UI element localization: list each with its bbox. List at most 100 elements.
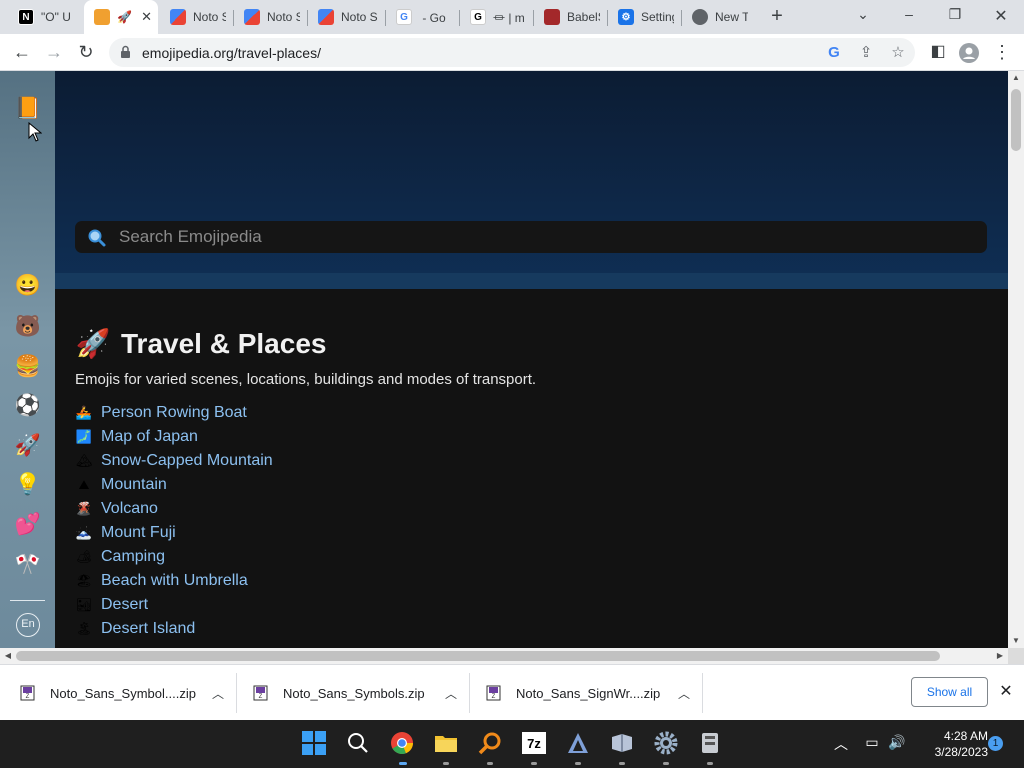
reload-button[interactable]: ↻ [74, 41, 98, 65]
sidebar-divider [10, 600, 45, 601]
close-tab-icon[interactable]: ✕ [141, 9, 152, 25]
close-window-button[interactable]: ✕ [989, 6, 1013, 26]
tab-babelstone[interactable]: BabelS [534, 0, 606, 34]
app-archive-icon[interactable] [697, 730, 723, 756]
forward-button[interactable]: → [42, 41, 66, 65]
settings-taskbar-icon[interactable] [653, 730, 679, 756]
list-item: ⛰ Mountain [75, 473, 975, 497]
tab-new-tab[interactable]: New T [682, 0, 754, 34]
notification-badge[interactable]: 1 [988, 736, 1003, 751]
restore-button[interactable]: ❐ [943, 6, 967, 26]
animals-category-icon[interactable]: 🐻 [14, 313, 42, 341]
horizontal-scroll-thumb[interactable] [16, 651, 940, 661]
mount-fuji-icon: 🗻 [75, 525, 93, 540]
7zip-icon[interactable]: 7z [521, 730, 547, 756]
chevron-up-icon[interactable]: ︿ [445, 685, 457, 702]
tab-noto-sans-1[interactable]: Noto S [160, 0, 232, 34]
volume-icon[interactable]: 🔊 [887, 734, 907, 751]
activities-category-icon[interactable]: ⚽ [14, 392, 42, 420]
tab-g[interactable]: G ⏛ | m [460, 0, 532, 34]
emoji-link[interactable]: Beach with Umbrella [101, 572, 248, 590]
food-category-icon[interactable]: 🍔 [14, 353, 42, 381]
new-tab-button[interactable]: + [766, 6, 788, 28]
objects-category-icon[interactable]: 💡 [14, 471, 42, 499]
emoji-link[interactable]: Person Rowing Boat [101, 404, 247, 422]
download-item[interactable]: Z Noto_Sans_Symbol....zip ︿ [20, 665, 224, 721]
emoji-link[interactable]: Map of Japan [101, 428, 198, 446]
chevron-up-icon[interactable]: ︿ [212, 685, 224, 702]
tab-emojipedia[interactable]: 🚀 ✕ [84, 0, 158, 34]
bookmark-star-icon[interactable]: ☆ [889, 44, 907, 62]
list-item: 🗻 Mount Fuji [75, 521, 975, 545]
google-fonts-icon [318, 9, 334, 25]
tab-title: "O" U [41, 10, 71, 24]
profile-avatar-icon[interactable] [957, 41, 981, 65]
symbols-category-icon[interactable]: 💕 [14, 511, 42, 539]
tab-settings[interactable]: ⚙ Settings [608, 0, 680, 34]
show-hidden-icons-chevron-icon[interactable]: ︿ [831, 734, 851, 754]
download-filename: Noto_Sans_Symbol....zip [50, 685, 196, 701]
back-button[interactable]: ← [10, 41, 34, 65]
minimize-button[interactable]: – [897, 6, 921, 26]
list-item: 🏝 Desert Island [75, 617, 975, 641]
vertical-scroll-thumb[interactable] [1011, 89, 1021, 151]
beach-umbrella-icon: 🏖 [75, 573, 93, 588]
list-item: 🏕 Camping [75, 545, 975, 569]
app-a-icon[interactable] [565, 730, 591, 756]
scroll-down-arrow-icon[interactable]: ▼ [1008, 634, 1024, 648]
magnifier-app-icon[interactable] [477, 730, 503, 756]
scroll-up-arrow-icon[interactable]: ▲ [1008, 71, 1024, 85]
search-input[interactable] [119, 221, 969, 253]
share-icon[interactable]: ⇪ [857, 44, 875, 62]
chrome-taskbar-icon[interactable] [389, 730, 415, 756]
vertical-scrollbar[interactable]: ▲ ▼ [1008, 71, 1024, 648]
system-clock[interactable]: 4:28 AM 3/28/2023 [918, 728, 988, 760]
search-bar[interactable] [75, 221, 987, 253]
scroll-left-arrow-icon[interactable]: ◀ [0, 649, 16, 663]
tab-notion[interactable]: N "O" U [8, 0, 84, 34]
network-icon[interactable]: ▭ [862, 734, 882, 751]
emoji-link[interactable]: Desert Island [101, 620, 195, 638]
start-button[interactable] [301, 730, 327, 756]
emojipedia-logo-icon[interactable]: 📙 [14, 95, 42, 123]
tab-noto-sans-3[interactable]: Noto S [308, 0, 384, 34]
travel-category-icon[interactable]: 🚀 [14, 432, 42, 460]
search-taskbar-icon[interactable] [345, 730, 371, 756]
emoji-link[interactable]: Desert [101, 596, 148, 614]
emoji-link[interactable]: Mount Fuji [101, 524, 176, 542]
svg-text:Z: Z [259, 694, 263, 700]
language-button[interactable]: En [16, 613, 40, 637]
download-item[interactable]: Z Noto_Sans_Symbols.zip ︿ [253, 665, 457, 721]
windows-taskbar: 7z ︿ ▭ 🔊 4:28 AM 3/28/2023 1 [0, 720, 1024, 768]
chevron-up-icon[interactable]: ︿ [678, 685, 690, 702]
download-item[interactable]: Z Noto_Sans_SignWr....zip ︿ [486, 665, 690, 721]
close-downloads-icon[interactable]: ✕ [998, 683, 1014, 701]
show-all-button[interactable]: Show all [911, 677, 988, 707]
menu-kebab-icon[interactable]: ⋮ [990, 41, 1014, 65]
zip-file-icon: Z [486, 685, 501, 701]
url-text[interactable]: emojipedia.org/travel-places/ [142, 45, 321, 61]
snow-mountain-icon: 🏔 [75, 453, 93, 468]
flags-category-icon[interactable]: 🎌 [14, 551, 42, 579]
tab-noto-sans-2[interactable]: Noto S [234, 0, 306, 34]
google-icon: G [396, 9, 412, 25]
horizontal-scrollbar[interactable]: ◀ ▶ [0, 648, 1008, 664]
smileys-category-icon[interactable]: 😀 [14, 272, 42, 300]
google-lens-icon[interactable]: G [825, 44, 843, 62]
list-item: 🌋 Volcano [75, 497, 975, 521]
list-item: 🏜 Desert [75, 593, 975, 617]
address-bar[interactable]: emojipedia.org/travel-places/ G ⇪ ☆ [109, 38, 915, 67]
emoji-link[interactable]: Camping [101, 548, 165, 566]
side-panel-icon[interactable]: ◧ [926, 41, 950, 65]
emoji-link[interactable]: Snow-Capped Mountain [101, 452, 273, 470]
emoji-link[interactable]: Volcano [101, 500, 158, 518]
tab-google-search[interactable]: G ⃞ - Go [386, 0, 458, 34]
tab-search-chevron-icon[interactable]: ⌄ [851, 6, 875, 26]
file-explorer-icon[interactable] [433, 730, 459, 756]
lock-icon[interactable] [120, 45, 131, 59]
app-book-icon[interactable] [609, 730, 635, 756]
page-title: 🚀 Travel & Places [75, 321, 975, 367]
emoji-link[interactable]: Mountain [101, 476, 167, 494]
camping-icon: 🏕 [75, 549, 93, 564]
scroll-right-arrow-icon[interactable]: ▶ [992, 649, 1008, 663]
